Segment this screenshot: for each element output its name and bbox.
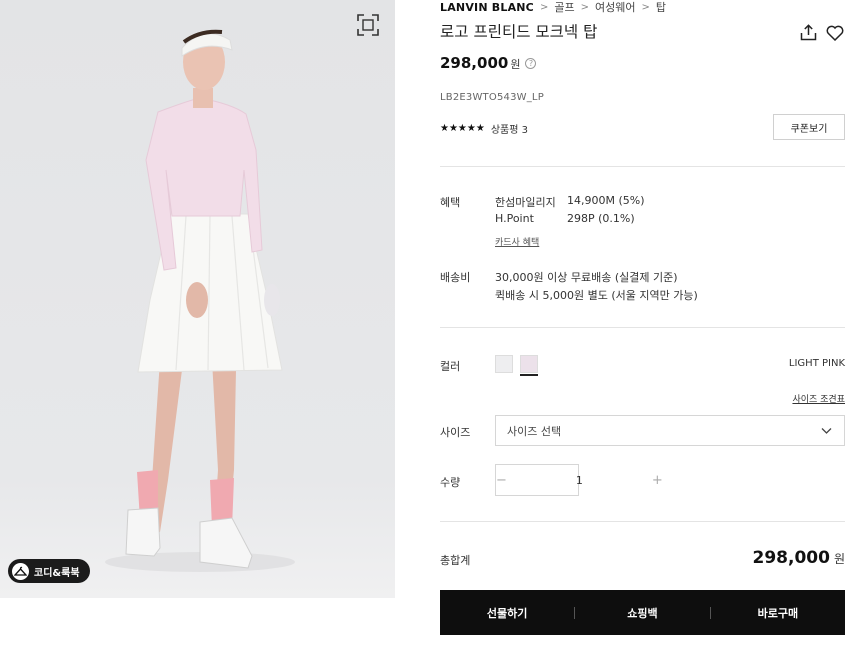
benefit-mileage-name: 한섬마일리지 <box>495 196 556 209</box>
divider <box>440 521 845 522</box>
review-rating[interactable]: ★★★★★ 상품평 3 <box>440 121 528 136</box>
price-unit: 원 <box>510 58 521 71</box>
breadcrumb-brand[interactable]: LANVIN BLANC <box>440 1 534 14</box>
quantity-label: 수량 <box>440 476 461 489</box>
chevron-down-icon <box>821 428 832 434</box>
total-price-unit: 원 <box>833 552 845 566</box>
heart-icon[interactable] <box>826 25 844 41</box>
breadcrumb-item-womenswear[interactable]: 여성웨어 <box>595 0 635 15</box>
size-select[interactable]: 사이즈 선택 <box>495 415 845 446</box>
color-swatch-white[interactable] <box>495 355 513 373</box>
gift-button[interactable]: 선물하기 <box>440 605 574 621</box>
benefit-mileage-value: 14,900M (5%) <box>567 194 645 207</box>
shipping-line: 30,000원 이상 무료배송 (실결제 기준) <box>495 271 678 284</box>
purchase-action-bar: 선물하기 쇼핑백 바로구매 <box>440 590 845 635</box>
shipping-line: 퀵배송 시 5,000원 별도 (서울 지역만 가능) <box>495 289 698 302</box>
price-value: 298,000 <box>440 54 509 72</box>
breadcrumb-separator: > <box>539 1 549 13</box>
shipping-label: 배송비 <box>440 271 471 284</box>
size-guide-link[interactable]: 사이즈 조견표 <box>792 392 845 405</box>
breadcrumb-item-top[interactable]: 탑 <box>656 0 666 15</box>
expand-icon[interactable] <box>356 13 380 37</box>
model-illustration <box>0 0 395 598</box>
star-rating-icon: ★★★★★ <box>440 123 485 134</box>
hanger-icon <box>12 562 29 580</box>
color-swatch-light-pink[interactable] <box>520 355 538 376</box>
breadcrumb-separator: > <box>641 1 650 13</box>
benefit-hpoint-value: 298P (0.1%) <box>567 212 635 225</box>
coordi-lookbook-button[interactable]: 코디&룩북 <box>8 559 90 583</box>
quantity-input[interactable] <box>506 473 652 487</box>
benefit-label: 혜택 <box>440 196 461 209</box>
share-icon[interactable] <box>800 24 817 41</box>
shopping-bag-button[interactable]: 쇼핑백 <box>575 605 709 621</box>
coordi-lookbook-label: 코디&룩북 <box>34 567 80 579</box>
breadcrumb-separator: > <box>580 1 589 13</box>
product-info-panel: LANVIN BLANC > 골프 > 여성웨어 > 탑 로고 프린티드 모크넥… <box>440 0 845 646</box>
breadcrumb: LANVIN BLANC > 골프 > 여성웨어 > 탑 <box>440 0 666 15</box>
size-label: 사이즈 <box>440 426 471 439</box>
review-count-label: 상품평 3 <box>490 125 528 136</box>
card-benefit-link[interactable]: 카드사 혜택 <box>495 235 539 248</box>
product-price: 298,000 원 ? <box>440 54 537 72</box>
product-code: LB2E3WTO543W_LP <box>440 92 544 103</box>
divider <box>440 327 845 328</box>
product-title: 로고 프린티드 모크넥 탑 <box>440 23 598 41</box>
coupon-button[interactable]: 쿠폰보기 <box>773 114 845 140</box>
quantity-stepper: − + <box>495 464 663 496</box>
selected-color-name: LIGHT PINK <box>788 358 845 369</box>
total-price-value: 298,000 <box>752 548 830 568</box>
benefit-hpoint-name: H.Point <box>495 212 534 225</box>
color-label: 컬러 <box>440 360 461 373</box>
minus-button[interactable]: − <box>496 465 507 495</box>
size-select-placeholder: 사이즈 선택 <box>507 424 562 438</box>
breadcrumb-item-golf[interactable]: 골프 <box>554 0 574 15</box>
price-help-icon[interactable]: ? <box>525 57 537 69</box>
total-price: 298,000 원 <box>753 548 845 568</box>
product-image: 코디&룩북 <box>0 0 395 598</box>
total-label: 총합계 <box>440 554 471 567</box>
buy-now-button[interactable]: 바로구매 <box>711 605 845 621</box>
plus-button[interactable]: + <box>652 465 663 495</box>
divider <box>440 166 845 167</box>
